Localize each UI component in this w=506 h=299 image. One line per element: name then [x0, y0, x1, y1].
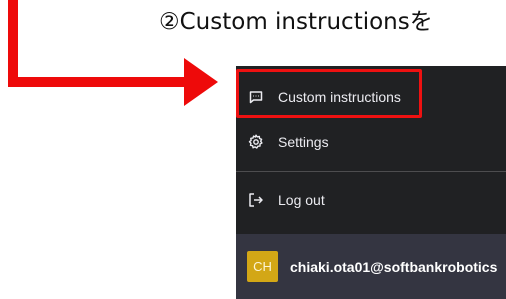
- step-caption: ②Custom instructionsを: [159, 9, 433, 35]
- message-square-icon: [248, 89, 264, 105]
- menu-divider: [236, 171, 506, 172]
- annotation-arrow-horizontal: [8, 77, 186, 87]
- avatar: CH: [247, 251, 278, 282]
- menu-item-custom-instructions[interactable]: Custom instructions: [236, 76, 506, 118]
- gear-icon: [248, 134, 264, 150]
- menu-item-log-out[interactable]: Log out: [236, 179, 506, 221]
- screenshot-stage: ②Custom instructionsを Custom instruction…: [0, 0, 506, 299]
- user-email: chiaki.ota01@softbankrobotics: [290, 258, 498, 275]
- logout-icon: [248, 192, 264, 208]
- annotation-arrow-head-icon: [184, 58, 218, 106]
- menu-item-label: Log out: [278, 192, 325, 208]
- user-account-row[interactable]: CH chiaki.ota01@softbankrobotics: [236, 234, 506, 299]
- account-menu: Custom instructions Settings Log out CH …: [236, 66, 506, 299]
- menu-item-label: Custom instructions: [278, 89, 401, 105]
- annotation-arrow-vertical: [8, 0, 18, 87]
- menu-item-label: Settings: [278, 134, 329, 150]
- menu-item-settings[interactable]: Settings: [236, 121, 506, 163]
